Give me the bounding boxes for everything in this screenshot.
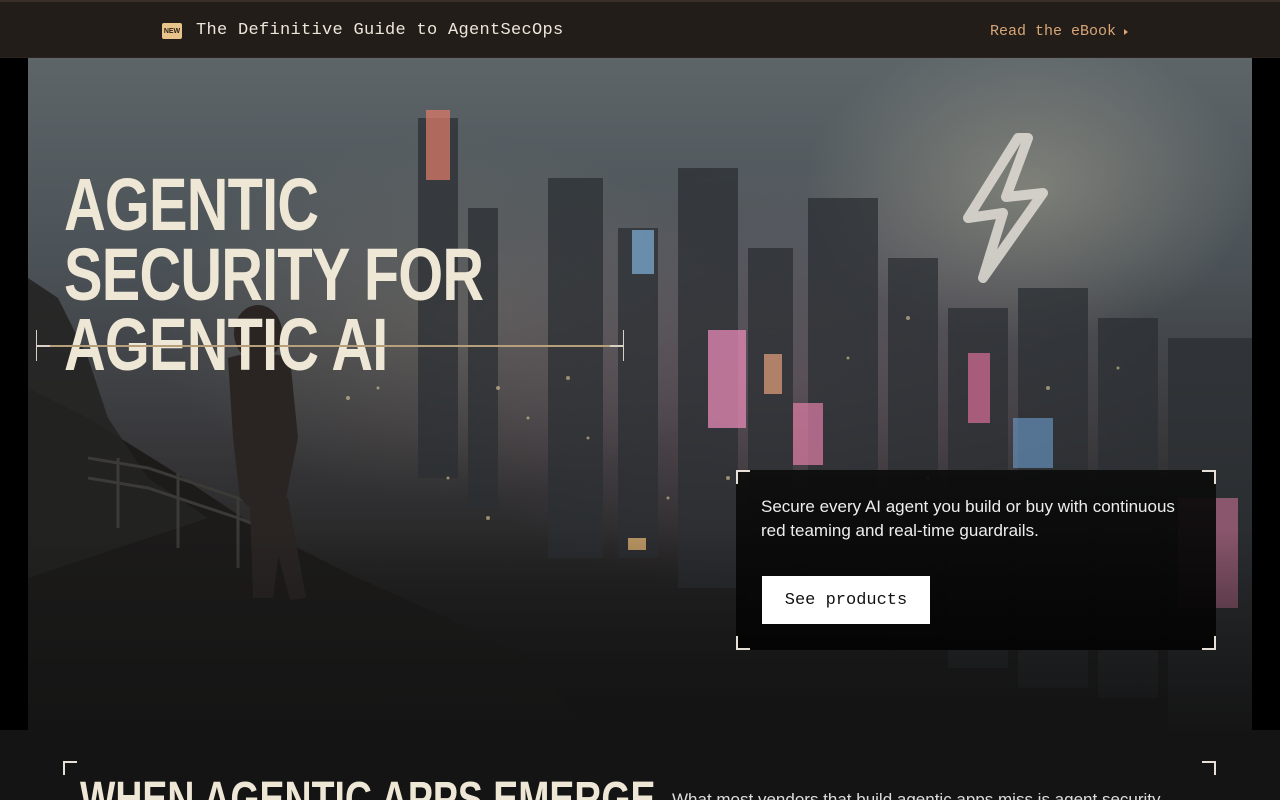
see-products-button[interactable]: See products: [762, 576, 930, 624]
corner-bracket-icon: [736, 470, 750, 484]
read-ebook-link[interactable]: Read the eBook: [990, 23, 1129, 40]
corner-bracket-icon: [1202, 761, 1216, 775]
corner-bracket-icon: [63, 761, 77, 775]
read-ebook-label: Read the eBook: [990, 23, 1117, 40]
hero-cta-box: Secure every AI agent you build or buy w…: [736, 470, 1216, 650]
announcement-title: The Definitive Guide to AgentSecOps: [196, 21, 564, 40]
hero-description: Secure every AI agent you build or buy w…: [761, 497, 1175, 540]
new-badge: NEW: [162, 23, 182, 39]
announcement-bar: NEW The Definitive Guide to AgentSecOps …: [0, 0, 1280, 58]
caret-right-icon: [1124, 28, 1129, 35]
section-title: When agentic apps emerge: [80, 773, 656, 800]
hero-divider: [36, 330, 624, 361]
section-intro-text: What most vendors that build agentic app…: [672, 790, 1178, 800]
corner-bracket-icon: [736, 636, 750, 650]
corner-bracket-icon: [1202, 470, 1216, 484]
corner-bracket-icon: [1202, 636, 1216, 650]
